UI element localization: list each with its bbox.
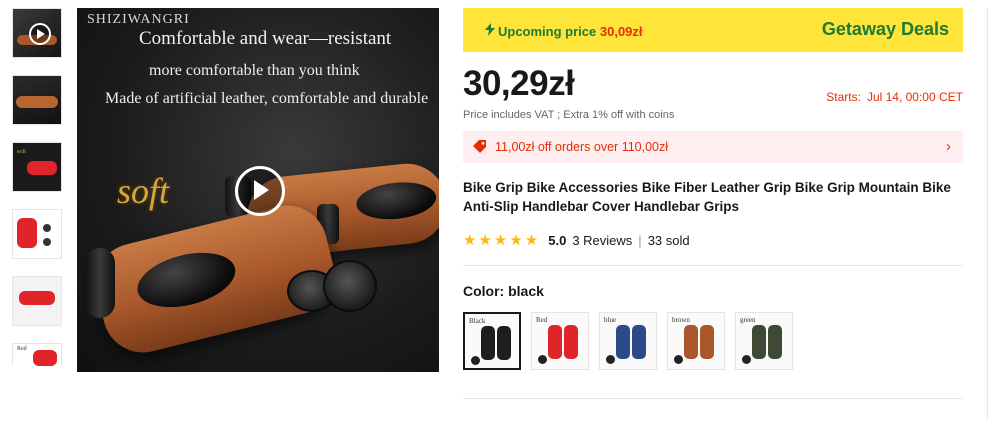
thumbnail-red-grips-soft[interactable]: soft	[12, 142, 62, 192]
swatch-cap	[674, 355, 683, 364]
swatch-grip	[564, 325, 578, 359]
thumb-dot	[43, 224, 51, 232]
current-price: 30,29zł	[463, 64, 575, 103]
swatch-cap	[471, 356, 480, 365]
swatch-label: blue	[604, 316, 617, 324]
chevron-right-icon: ›	[946, 138, 951, 155]
swatch-brown[interactable]: brown	[667, 312, 725, 370]
deal-banner[interactable]: Upcoming price 30,09zł Getaway Deals	[463, 8, 963, 52]
main-product-image[interactable]: SHIZIWANGRI Comfortable and wear—resista…	[77, 8, 439, 372]
color-swatches: Black Red blue brown green	[463, 312, 793, 370]
thumb-dot	[43, 238, 51, 246]
swatch-grip	[632, 325, 646, 359]
swatch-grip	[497, 326, 511, 360]
swatch-red[interactable]: Red	[531, 312, 589, 370]
swatch-label: green	[740, 316, 756, 324]
upcoming-price: 30,09zł	[599, 24, 643, 39]
thumb-grip-shape	[17, 218, 37, 248]
image-subline: more comfortable than you think	[149, 62, 360, 79]
swatch-cap	[742, 355, 751, 364]
thumb-grip-shape	[16, 96, 58, 108]
thumb-grip-shape	[27, 161, 57, 175]
thumbnail-red-grips-label[interactable]: Red	[12, 343, 62, 366]
image-headline: Comfortable and wear—resistant	[139, 28, 392, 49]
swatch-grip	[768, 325, 782, 359]
starts-label: Starts:	[826, 90, 861, 104]
lightning-icon	[485, 23, 495, 39]
deal-start-time: Starts: Jul 14, 00:00 CET	[826, 90, 963, 104]
thumb-caption: Red	[17, 346, 27, 352]
end-cap	[323, 260, 377, 312]
play-video-button[interactable]	[235, 166, 285, 216]
thumbnail-brown-grips[interactable]	[12, 75, 62, 125]
divider	[463, 398, 963, 399]
rating-row: ★★★★★ 5.0 3 Reviews | 33 sold	[463, 231, 690, 249]
swatch-grip	[700, 325, 714, 359]
coupon-text: 11,00zł off orders over 110,00zł	[495, 140, 669, 154]
swatch-black[interactable]: Black	[463, 312, 521, 370]
swatch-grip	[616, 325, 630, 359]
thumb-caption: soft	[17, 149, 26, 155]
thumbnail-red-grips-white[interactable]	[12, 276, 62, 326]
rating-score: 5.0	[548, 232, 567, 248]
tag-icon	[473, 140, 487, 153]
swatch-label: Black	[469, 317, 486, 325]
swatch-cap	[538, 355, 547, 364]
color-label: Color: black	[463, 283, 544, 299]
swatch-blue[interactable]: blue	[599, 312, 657, 370]
upcoming-label: Upcoming price	[498, 24, 597, 39]
swatch-grip	[481, 326, 495, 360]
sold-count: 33 sold	[647, 232, 690, 248]
deal-name: Getaway Deals	[821, 19, 949, 39]
thumbnail-red-grips-detail[interactable]	[12, 209, 62, 259]
image-soft-text: soft	[117, 171, 170, 211]
thumb-grip-shape	[19, 291, 55, 305]
swatch-grip	[548, 325, 562, 359]
swatch-green[interactable]: green	[735, 312, 793, 370]
play-icon	[29, 23, 51, 45]
swatch-label: brown	[672, 316, 690, 324]
thumbnail-list: soft Red	[12, 8, 64, 383]
coupon-banner[interactable]: 11,00zł off orders over 110,00zł ›	[463, 131, 963, 163]
swatch-label: Red	[536, 316, 548, 324]
grip-pad	[354, 178, 438, 223]
grip-pad	[131, 243, 241, 317]
swatch-grip	[752, 325, 766, 359]
image-subline-2: Made of artificial leather, comfortable …	[105, 90, 429, 107]
upcoming-price-info: Upcoming price 30,09zł	[485, 23, 643, 39]
panel-edge	[987, 8, 988, 420]
divider	[463, 265, 963, 266]
star-rating-icon: ★★★★★	[463, 232, 541, 249]
image-brand-text: SHIZIWANGRI	[87, 12, 190, 27]
vat-note: Price includes VAT ; Extra 1% off with c…	[463, 109, 675, 121]
thumbnail-video[interactable]	[12, 8, 62, 58]
thumb-grip-shape	[33, 350, 57, 366]
grip-clamp	[85, 248, 115, 318]
starts-value: Jul 14, 00:00 CET	[866, 90, 963, 104]
reviews-link[interactable]: 3 Reviews	[572, 233, 632, 248]
swatch-cap	[606, 355, 615, 364]
swatch-grip	[684, 325, 698, 359]
product-title: Bike Grip Bike Accessories Bike Fiber Le…	[463, 180, 951, 214]
separator: |	[638, 232, 642, 248]
